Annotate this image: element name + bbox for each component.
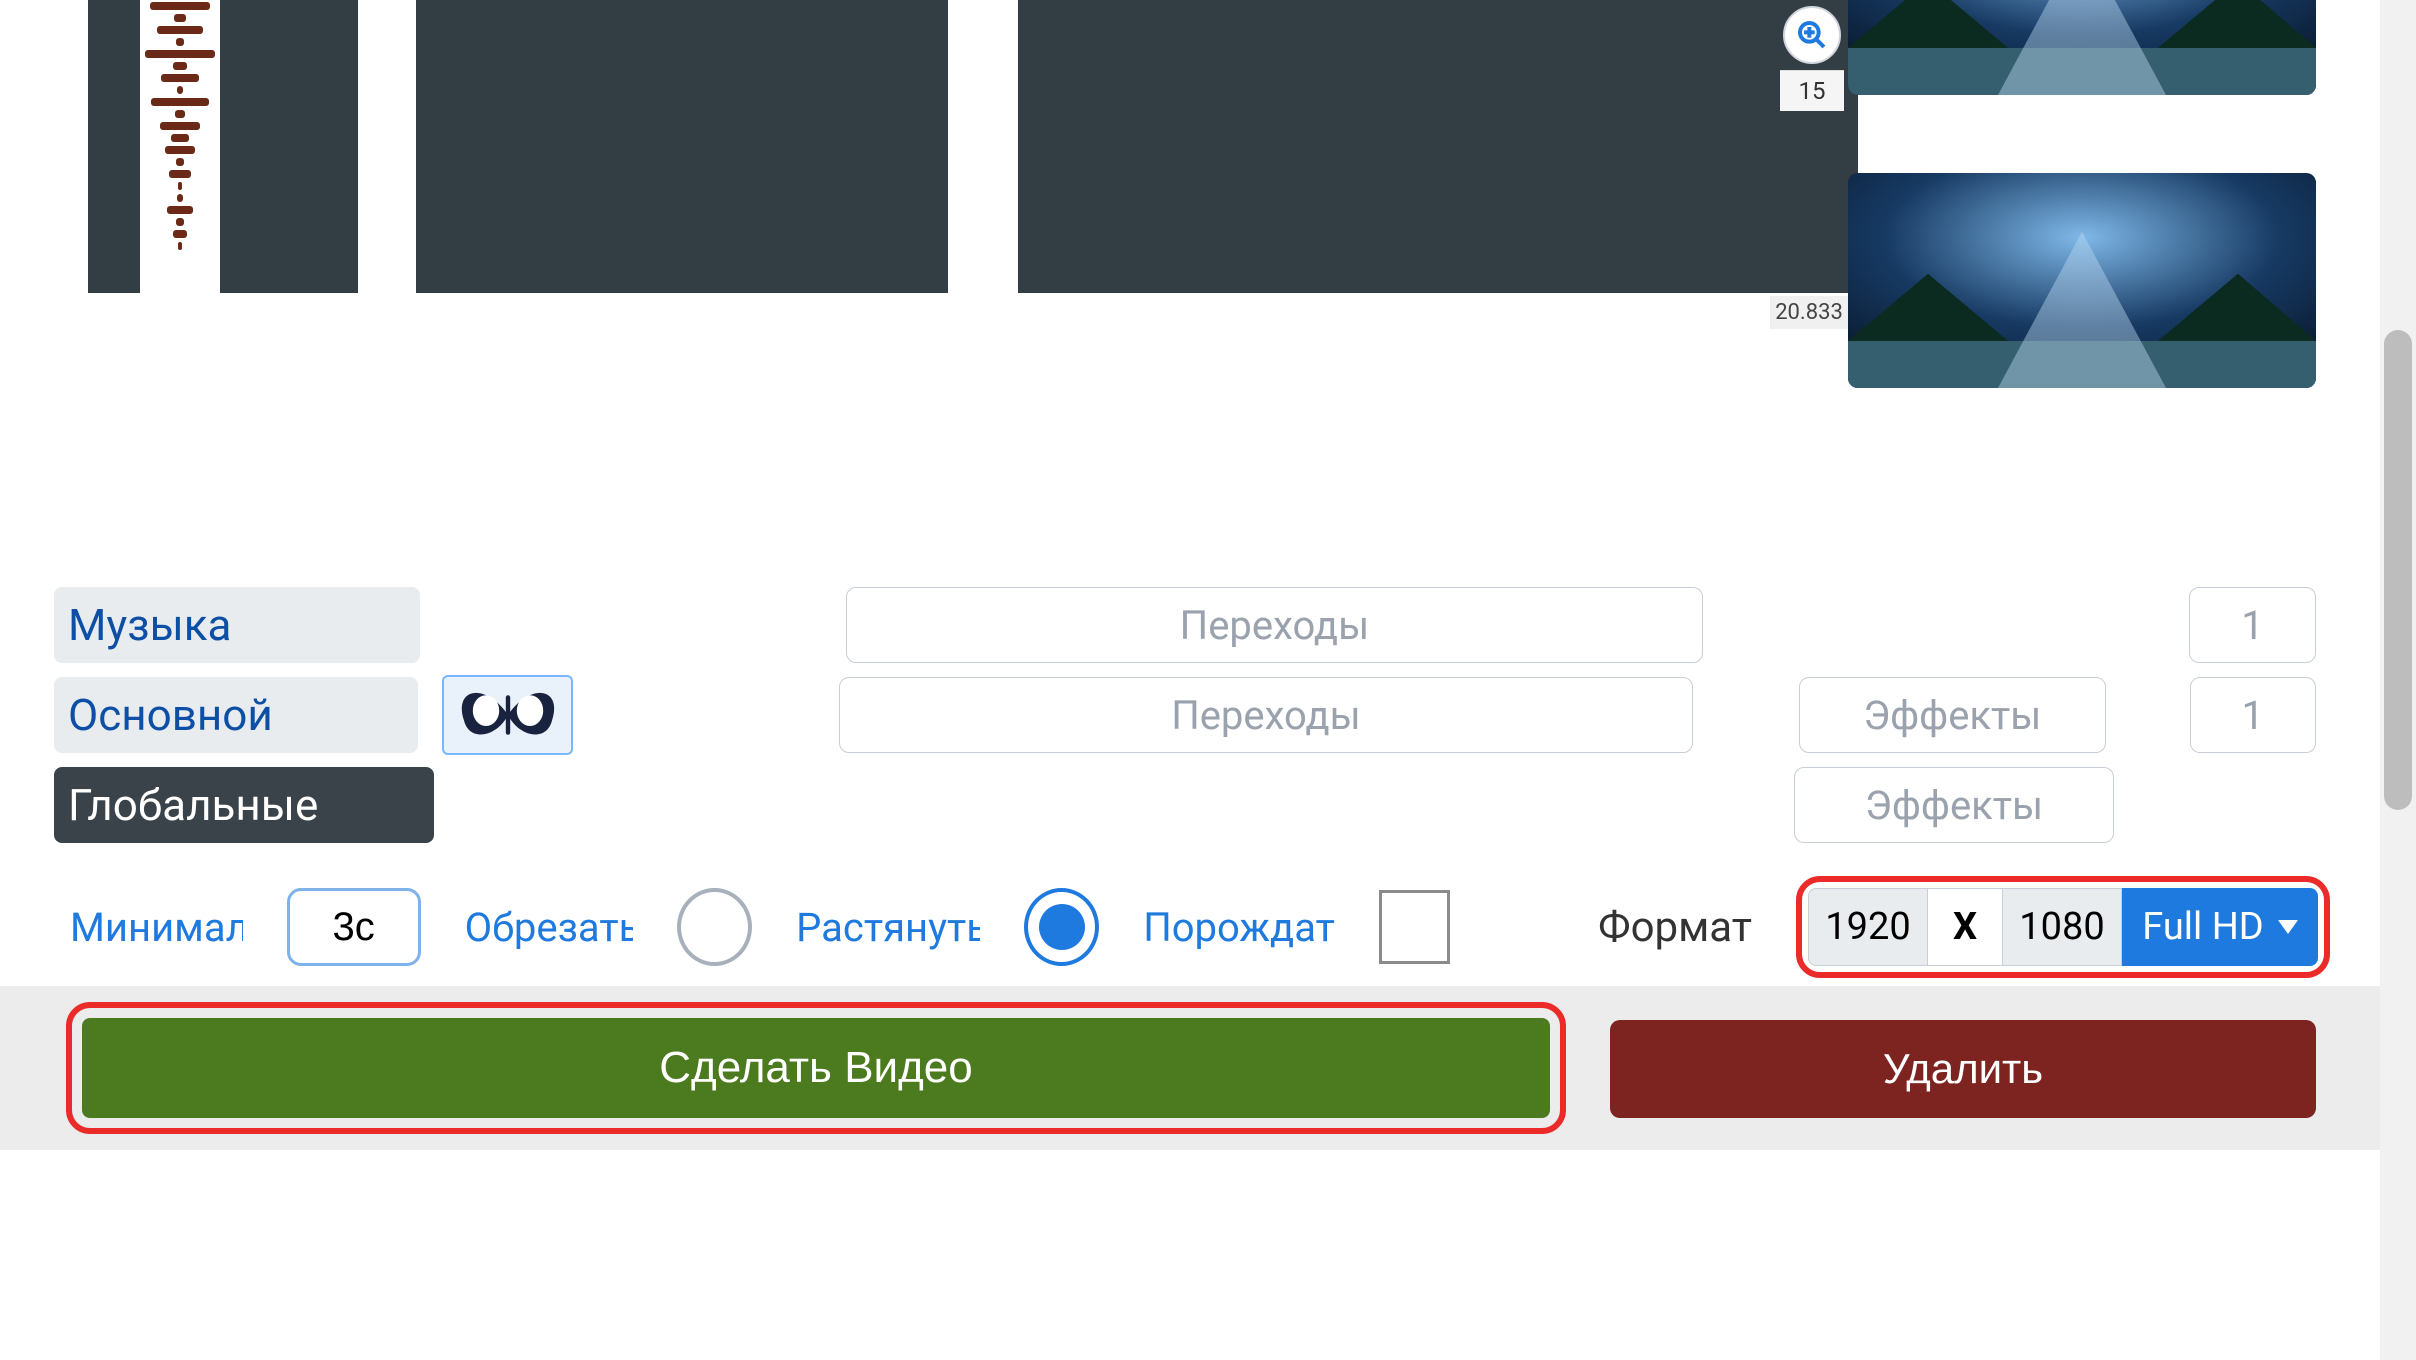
app-viewport: 15 20.833 — [0, 0, 2416, 1360]
track-row-main: Основной Переходы Эффекты 1 — [54, 677, 2316, 753]
crop-radio[interactable] — [677, 888, 752, 966]
track-label-music[interactable]: Музыка — [54, 587, 420, 663]
track-rows: Музыка Переходы 1 Основной — [54, 587, 2316, 857]
make-video-highlight: Сделать Видео — [66, 1002, 1566, 1134]
zoom-tick-label: 15 — [1780, 70, 1844, 111]
transitions-count-music[interactable]: 1 — [2189, 587, 2316, 663]
generate-checkbox[interactable] — [1379, 890, 1450, 964]
transitions-button-music[interactable]: Переходы — [846, 587, 1703, 663]
track-label-main[interactable]: Основной — [54, 677, 418, 753]
format-label: Формат — [1598, 903, 1752, 952]
zoom-in-icon — [1796, 19, 1828, 51]
audio-track-thumb[interactable] — [140, 0, 220, 293]
waveform — [145, 0, 215, 252]
stretch-label: Растянуть — [796, 904, 980, 951]
timeline-clip[interactable] — [416, 0, 948, 293]
crop-label: Обрезать — [465, 904, 633, 951]
timeline-clip[interactable] — [1018, 0, 1372, 293]
delete-button[interactable]: Удалить — [1610, 1020, 2316, 1118]
minimal-input[interactable] — [287, 888, 421, 966]
make-video-button[interactable]: Сделать Видео — [82, 1018, 1550, 1118]
options-row: Минималь Обрезать Растянуть Порождать Фо… — [70, 876, 2330, 978]
format-preset-dropdown[interactable]: Full HD — [2122, 888, 2318, 966]
zoom-timestamp: 20.833 — [1770, 296, 1848, 329]
transitions-button-main[interactable]: Переходы — [839, 677, 1693, 753]
app-content: 15 20.833 — [0, 0, 2380, 1150]
effects-button-global[interactable]: Эффекты — [1794, 767, 2114, 843]
format-preset-label: Full HD — [2142, 905, 2264, 949]
track-row-global: Глобальные Эффекты — [54, 767, 2316, 843]
butterfly-thumbnail[interactable] — [442, 675, 572, 755]
format-separator: X — [1928, 888, 2002, 966]
vertical-scrollbar[interactable] — [2380, 0, 2416, 1360]
timeline[interactable] — [88, 0, 1770, 293]
effects-count-main[interactable]: 1 — [2190, 677, 2316, 753]
preview-thumbnails — [1848, 0, 2316, 466]
effects-button-main[interactable]: Эффекты — [1799, 677, 2105, 753]
format-group: 1920 X 1080 Full HD — [1796, 876, 2330, 978]
track-label-global[interactable]: Глобальные — [54, 767, 434, 843]
thumbnail-2[interactable] — [1848, 173, 2316, 388]
format-width-input[interactable]: 1920 — [1808, 888, 1928, 966]
zoom-control: 15 — [1780, 0, 1844, 111]
butterfly-icon — [453, 682, 563, 748]
timeline-clip[interactable] — [88, 0, 358, 293]
minimal-label: Минималь — [70, 904, 243, 951]
zoom-in-button[interactable] — [1783, 6, 1841, 64]
vertical-scrollbar-thumb[interactable] — [2384, 330, 2412, 810]
generate-label: Порождать — [1143, 904, 1335, 951]
bottom-bar: Сделать Видео Удалить — [0, 986, 2380, 1150]
chevron-down-icon — [2278, 920, 2298, 934]
thumbnail-1[interactable] — [1848, 0, 2316, 95]
track-row-music: Музыка Переходы 1 — [54, 587, 2316, 663]
stretch-radio[interactable] — [1024, 888, 1099, 966]
format-height-input[interactable]: 1080 — [2002, 888, 2122, 966]
